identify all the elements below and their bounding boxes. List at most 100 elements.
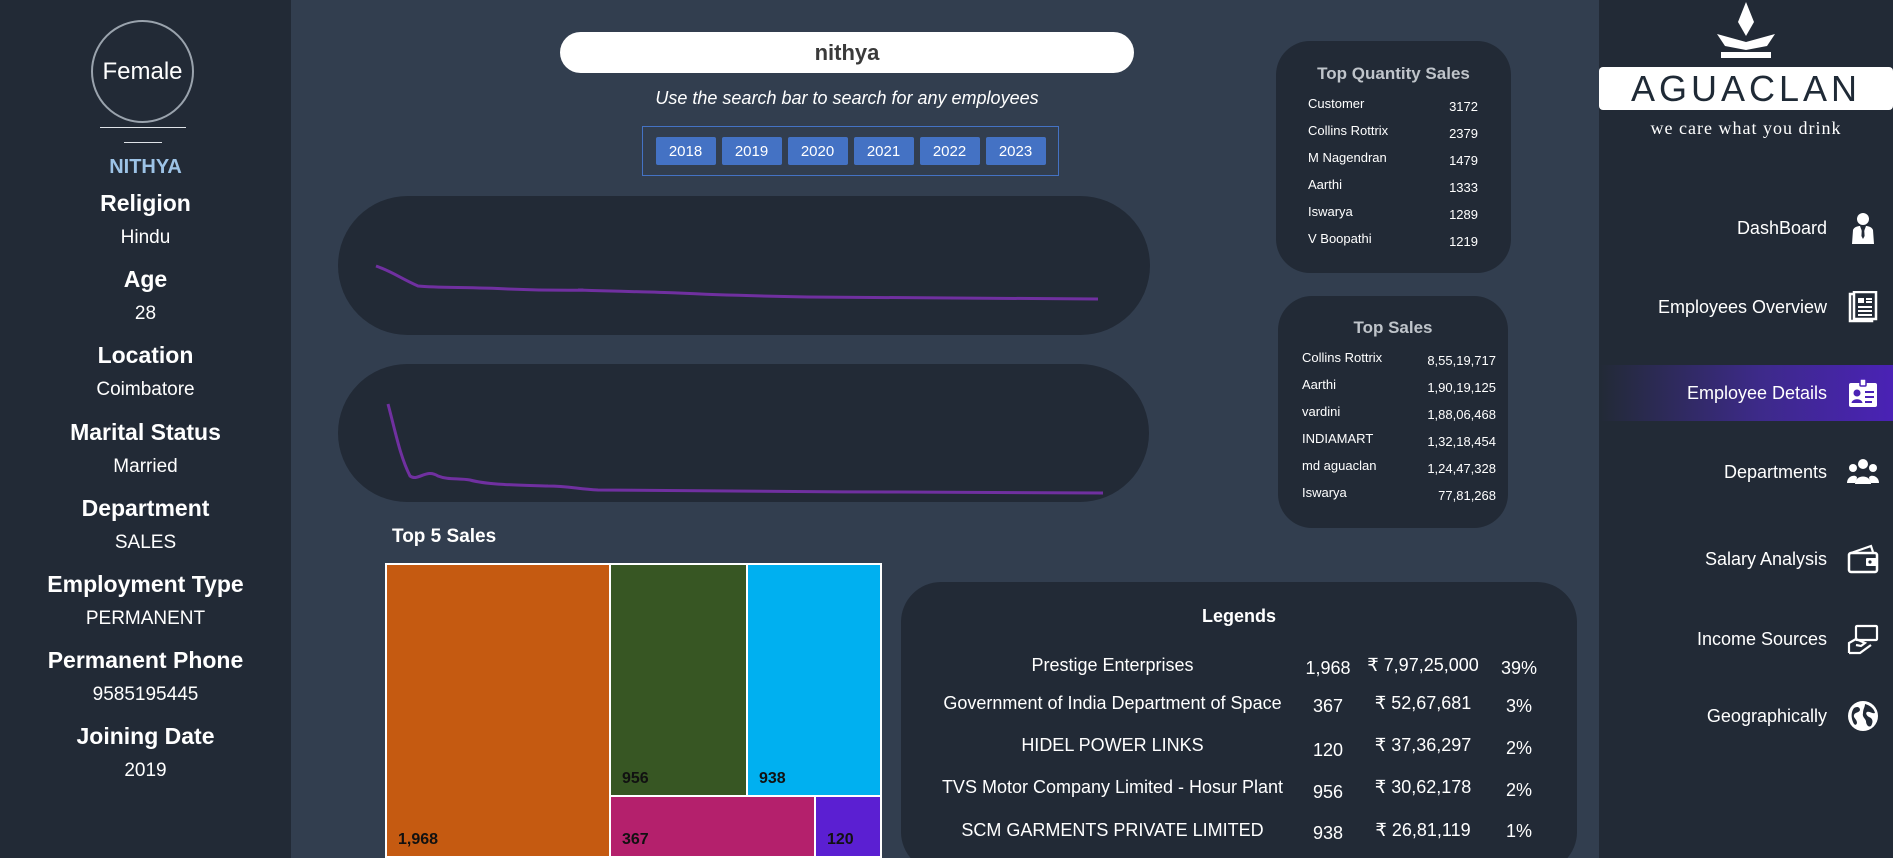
- globe-icon: [1848, 701, 1878, 731]
- tile-value: 367: [622, 831, 649, 848]
- treemap-tile[interactable]: 120: [816, 797, 880, 856]
- treemap-tile[interactable]: 1,968: [387, 565, 609, 856]
- field-age: Age 28: [0, 266, 291, 325]
- nav-item-dashboard[interactable]: DashBoard: [1599, 200, 1893, 256]
- search-hint: Use the search bar to search for any emp…: [655, 88, 1039, 108]
- field-employment-type: Employment Type PERMANENT: [0, 571, 291, 630]
- row-value: 2379: [1449, 126, 1478, 141]
- legend-amount: ₹ 26,81,119: [1375, 820, 1471, 840]
- row-name: Iswarya: [1302, 485, 1347, 500]
- legend-amount: ₹ 52,67,681: [1374, 693, 1472, 713]
- nav-item-salary-analysis[interactable]: Salary Analysis: [1599, 531, 1893, 587]
- id-card-icon: [1849, 378, 1877, 407]
- row-name: Iswarya: [1308, 204, 1353, 219]
- field-joining-date: Joining Date 2019: [0, 723, 291, 782]
- field-label: Location: [97, 342, 194, 368]
- field-label: Religion: [100, 190, 191, 216]
- legend-row: Government of India Department of Space …: [901, 693, 1577, 723]
- field-label: Age: [123, 266, 168, 292]
- legend-percent: 3%: [1505, 696, 1532, 716]
- row-value: 1479: [1449, 153, 1478, 168]
- legend-percent: 2%: [1505, 738, 1532, 758]
- legend-amount: ₹ 30,62,178: [1374, 777, 1472, 797]
- year-button-2020[interactable]: 2020: [787, 137, 848, 165]
- field-value: 9585195445: [92, 684, 199, 705]
- top-sales-table: Top Sales Collins Rottrix 8,55,19,717 Aa…: [1278, 296, 1508, 528]
- table-row: Collins Rottrix 2379: [1276, 123, 1511, 143]
- tile-value: 120: [827, 831, 854, 848]
- row-name: vardini: [1302, 404, 1341, 419]
- row-name: Aarthi: [1302, 377, 1336, 392]
- table-title: Top Sales: [1353, 318, 1433, 337]
- nav-item-employees-overview[interactable]: Employees Overview: [1599, 279, 1893, 335]
- year-button-2018[interactable]: 2018: [655, 137, 716, 165]
- row-value: 77,81,268: [1438, 488, 1496, 503]
- legend-name: HIDEL POWER LINKS: [1021, 735, 1204, 755]
- top5-treemap: 1,968 956 938 367 120: [385, 563, 882, 858]
- profile-sidebar: Female NITHYA Religion Hindu Age 28 Loca…: [0, 0, 291, 858]
- sparkline-panel-2: [338, 364, 1149, 502]
- group-icon: [1847, 459, 1879, 484]
- document-icon: [1848, 291, 1878, 323]
- employee-name: NITHYA: [109, 156, 182, 178]
- field-department: Department SALES: [0, 495, 291, 554]
- row-value: 1,24,47,328: [1427, 461, 1496, 476]
- field-value: 2019: [124, 760, 167, 781]
- gender-badge: Female: [91, 20, 194, 123]
- year-button-2023[interactable]: 2023: [985, 137, 1046, 165]
- year-slicer: 2018 2019 2020 2021 2022 2023: [642, 126, 1059, 176]
- hand-money-icon: [1847, 624, 1879, 655]
- legend-name: SCM GARMENTS PRIVATE LIMITED: [961, 820, 1264, 840]
- nav-sidebar: AGUACLAN we care what you drink DashBoar…: [1599, 0, 1893, 858]
- field-label: Joining Date: [76, 723, 215, 749]
- row-value: 1219: [1449, 234, 1478, 249]
- nav-label: Employee Details: [1686, 382, 1827, 403]
- row-name: INDIAMART: [1302, 431, 1374, 446]
- table-title: Top Quantity Sales: [1317, 64, 1470, 83]
- nav-label: Employees Overview: [1657, 296, 1827, 317]
- nav-label: DashBoard: [1736, 217, 1827, 238]
- nav-item-geographically[interactable]: Geographically: [1599, 688, 1893, 744]
- table-row: Iswarya 77,81,268: [1278, 485, 1508, 505]
- top5-title: Top 5 Sales: [392, 526, 497, 547]
- field-value: SALES: [114, 532, 177, 553]
- field-label: Department: [81, 495, 210, 521]
- row-name: md aguaclan: [1302, 458, 1377, 473]
- nav-label: Income Sources: [1696, 628, 1827, 649]
- legend-row: TVS Motor Company Limited - Hosur Plant …: [901, 777, 1577, 807]
- field-value: 28: [134, 303, 157, 324]
- table-row: Iswarya 1289: [1276, 204, 1511, 224]
- legend-name: TVS Motor Company Limited - Hosur Plant: [941, 777, 1284, 797]
- tile-value: 1,968: [398, 831, 439, 848]
- year-button-2019[interactable]: 2019: [721, 137, 782, 165]
- year-button-2022[interactable]: 2022: [919, 137, 980, 165]
- treemap-tile[interactable]: 938: [748, 565, 880, 795]
- table-row: Collins Rottrix 8,55,19,717: [1278, 350, 1508, 370]
- field-marital-status: Marital Status Married: [0, 419, 291, 478]
- divider: [100, 127, 186, 143]
- nav-item-employee-details[interactable]: Employee Details: [1599, 365, 1893, 421]
- legends-title: Legends: [1201, 606, 1276, 626]
- row-value: 1,32,18,454: [1427, 434, 1496, 449]
- treemap-tile[interactable]: 956: [611, 565, 746, 795]
- row-name: V Boopathi: [1308, 231, 1372, 246]
- search-input[interactable]: nithya: [560, 32, 1134, 73]
- businessman-icon: [1852, 213, 1874, 244]
- nav-item-income-sources[interactable]: Income Sources: [1599, 611, 1893, 667]
- treemap-tile[interactable]: 367: [611, 797, 814, 856]
- legend-name: Government of India Department of Space: [943, 693, 1282, 713]
- nav-item-departments[interactable]: Departments: [1599, 444, 1893, 500]
- legend-row: HIDEL POWER LINKS 120 ₹ 37,36,297 2%: [901, 735, 1577, 765]
- table-row: Aarthi 1,90,19,125: [1278, 377, 1508, 397]
- row-value: 1333: [1449, 180, 1478, 195]
- sparkline-2: [386, 403, 1104, 495]
- top-quantity-table: Top Quantity Sales Customer 3172 Collins…: [1276, 41, 1511, 273]
- table-row: V Boopathi 1219: [1276, 231, 1511, 251]
- field-location: Location Coimbatore: [0, 342, 291, 401]
- legend-name: Prestige Enterprises: [1031, 655, 1194, 675]
- year-button-2021[interactable]: 2021: [853, 137, 914, 165]
- row-name: Collins Rottrix: [1308, 123, 1389, 138]
- legend-percent: 39%: [1500, 658, 1538, 678]
- tile-value: 956: [622, 770, 649, 787]
- wallet-icon: [1847, 544, 1879, 574]
